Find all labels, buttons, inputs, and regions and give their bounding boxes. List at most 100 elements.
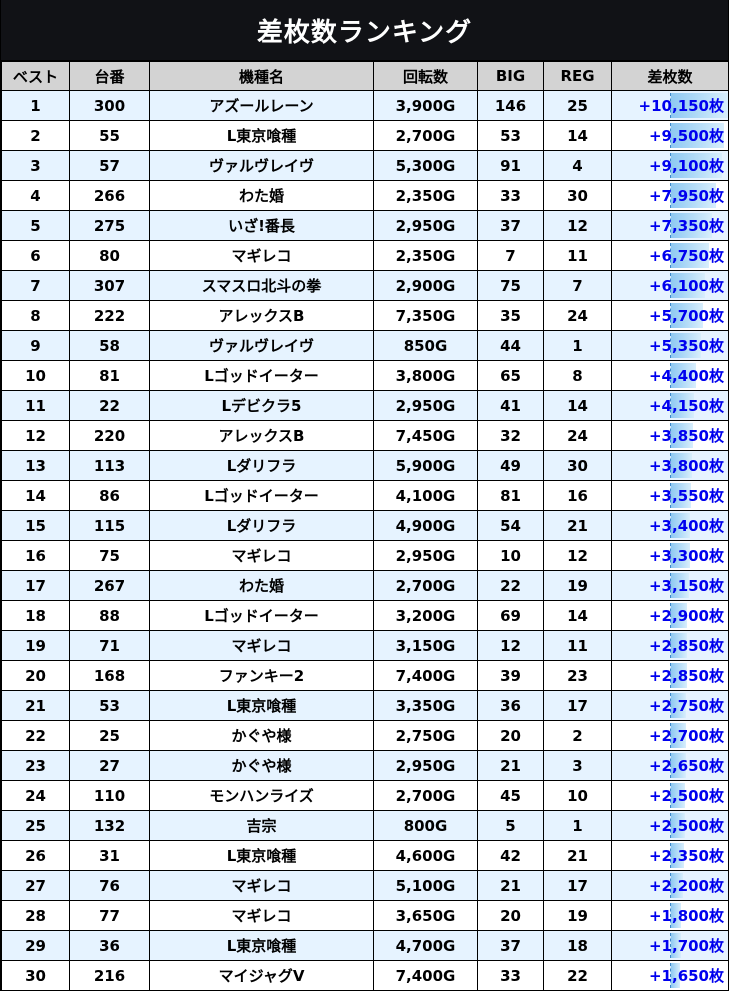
cell-reg: 4 xyxy=(543,150,612,181)
cell-reg: 30 xyxy=(543,450,612,481)
cell-machine-no: 75 xyxy=(69,540,150,571)
header-model: 機種名 xyxy=(149,61,374,91)
cell-reg: 21 xyxy=(543,510,612,541)
cell-reg: 30 xyxy=(543,180,612,211)
cell-rank: 8 xyxy=(1,300,70,331)
cell-machine-no: 80 xyxy=(69,240,150,271)
cell-model: Lゴッドイーター xyxy=(149,600,374,631)
cell-model: L東京喰種 xyxy=(149,690,374,721)
table-row: 6 80 マギレコ 2,350G 7 11 +6,750枚 xyxy=(1,240,729,271)
cell-spins: 2,950G xyxy=(373,390,478,421)
cell-machine-no: 71 xyxy=(69,630,150,661)
cell-machine-no: 86 xyxy=(69,480,150,511)
cell-machine-no: 266 xyxy=(69,180,150,211)
cell-reg: 14 xyxy=(543,600,612,631)
cell-machine-no: 110 xyxy=(69,780,150,811)
cell-big: 81 xyxy=(477,480,544,511)
cell-spins: 850G xyxy=(373,330,478,361)
diff-value: +1,650枚 xyxy=(648,967,724,985)
cell-machine-no: 22 xyxy=(69,390,150,421)
cell-big: 21 xyxy=(477,750,544,781)
cell-rank: 16 xyxy=(1,540,70,571)
cell-rank: 13 xyxy=(1,450,70,481)
cell-diff: +2,750枚 xyxy=(611,690,729,721)
cell-big: 37 xyxy=(477,210,544,241)
ranking-page: 差枚数ランキング ベスト 台番 機種名 回転数 BIG REG 差枚数 1 300… xyxy=(0,0,729,991)
diff-value: +10,150枚 xyxy=(638,97,724,115)
cell-big: 33 xyxy=(477,180,544,211)
diff-value: +2,850枚 xyxy=(648,667,724,685)
cell-model: かぐや様 xyxy=(149,750,374,781)
cell-diff: +2,850枚 xyxy=(611,630,729,661)
table-row: 13 113 Lダリフラ 5,900G 49 30 +3,800枚 xyxy=(1,450,729,481)
cell-big: 32 xyxy=(477,420,544,451)
cell-spins: 2,350G xyxy=(373,180,478,211)
cell-machine-no: 58 xyxy=(69,330,150,361)
cell-rank: 14 xyxy=(1,480,70,511)
cell-diff: +3,400枚 xyxy=(611,510,729,541)
diff-value: +2,850枚 xyxy=(648,637,724,655)
cell-model: Lゴッドイーター xyxy=(149,360,374,391)
cell-reg: 14 xyxy=(543,120,612,151)
cell-diff: +4,400枚 xyxy=(611,360,729,391)
cell-reg: 17 xyxy=(543,870,612,901)
cell-diff: +4,150枚 xyxy=(611,390,729,421)
diff-value: +3,550枚 xyxy=(648,487,724,505)
cell-big: 65 xyxy=(477,360,544,391)
cell-big: 146 xyxy=(477,90,544,121)
cell-diff: +3,800枚 xyxy=(611,450,729,481)
cell-machine-no: 220 xyxy=(69,420,150,451)
cell-machine-no: 216 xyxy=(69,960,150,991)
cell-big: 69 xyxy=(477,600,544,631)
cell-reg: 16 xyxy=(543,480,612,511)
cell-diff: +3,150枚 xyxy=(611,570,729,601)
cell-reg: 19 xyxy=(543,900,612,931)
cell-spins: 2,750G xyxy=(373,720,478,751)
table-row: 22 25 かぐや様 2,750G 20 2 +2,700枚 xyxy=(1,720,729,751)
cell-spins: 3,800G xyxy=(373,360,478,391)
cell-diff: +2,700枚 xyxy=(611,720,729,751)
cell-machine-no: 113 xyxy=(69,450,150,481)
cell-spins: 3,200G xyxy=(373,600,478,631)
table-row: 4 266 わた婚 2,350G 33 30 +7,950枚 xyxy=(1,180,729,211)
cell-rank: 3 xyxy=(1,150,70,181)
header-row: ベスト 台番 機種名 回転数 BIG REG 差枚数 xyxy=(1,61,729,91)
cell-model: モンハンライズ xyxy=(149,780,374,811)
cell-reg: 21 xyxy=(543,840,612,871)
cell-model: マギレコ xyxy=(149,900,374,931)
table-row: 7 307 スマスロ北斗の拳 2,900G 75 7 +6,100枚 xyxy=(1,270,729,301)
cell-diff: +5,350枚 xyxy=(611,330,729,361)
table-row: 29 36 L東京喰種 4,700G 37 18 +1,700枚 xyxy=(1,930,729,961)
cell-model: アレックスB xyxy=(149,300,374,331)
cell-machine-no: 267 xyxy=(69,570,150,601)
cell-rank: 24 xyxy=(1,780,70,811)
diff-value: +6,750枚 xyxy=(648,247,724,265)
cell-rank: 5 xyxy=(1,210,70,241)
cell-reg: 3 xyxy=(543,750,612,781)
cell-model: わた婚 xyxy=(149,180,374,211)
cell-reg: 10 xyxy=(543,780,612,811)
cell-big: 20 xyxy=(477,900,544,931)
cell-machine-no: 36 xyxy=(69,930,150,961)
cell-model: マギレコ xyxy=(149,630,374,661)
cell-rank: 4 xyxy=(1,180,70,211)
cell-model: マギレコ xyxy=(149,870,374,901)
cell-machine-no: 222 xyxy=(69,300,150,331)
cell-spins: 2,950G xyxy=(373,750,478,781)
cell-diff: +2,900枚 xyxy=(611,600,729,631)
cell-model: マイジャグV xyxy=(149,960,374,991)
cell-rank: 11 xyxy=(1,390,70,421)
cell-spins: 7,350G xyxy=(373,300,478,331)
cell-machine-no: 25 xyxy=(69,720,150,751)
cell-diff: +1,700枚 xyxy=(611,930,729,961)
cell-reg: 25 xyxy=(543,90,612,121)
diff-value: +7,950枚 xyxy=(648,187,724,205)
table-row: 16 75 マギレコ 2,950G 10 12 +3,300枚 xyxy=(1,540,729,571)
cell-rank: 9 xyxy=(1,330,70,361)
cell-rank: 18 xyxy=(1,600,70,631)
cell-model: アズールレーン xyxy=(149,90,374,121)
cell-diff: +2,650枚 xyxy=(611,750,729,781)
diff-value: +3,850枚 xyxy=(648,427,724,445)
cell-rank: 30 xyxy=(1,960,70,991)
cell-model: 吉宗 xyxy=(149,810,374,841)
